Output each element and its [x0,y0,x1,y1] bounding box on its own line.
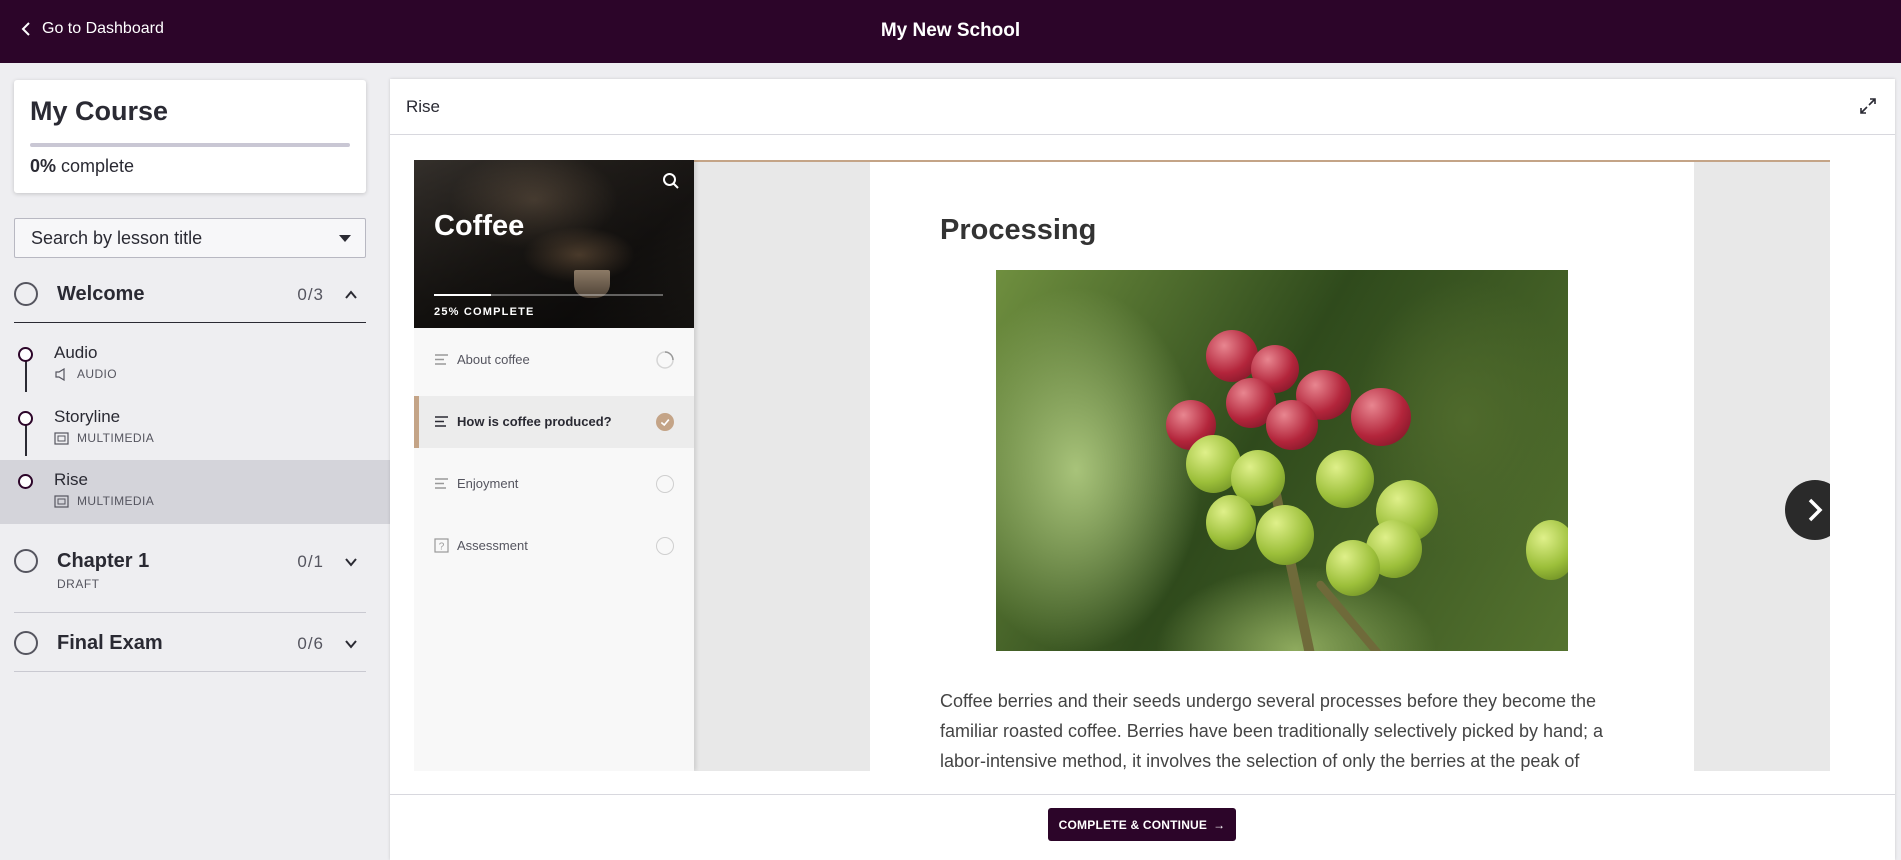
arrow-right-icon: → [1213,817,1226,832]
coffee-berries-photo [996,270,1568,651]
lines-icon [435,354,448,365]
course-progress-text: 0% complete [30,156,134,177]
rise-item-assessment[interactable]: ? Assessment [414,520,694,572]
expand-icon[interactable] [1859,97,1877,115]
rise-frame: Coffee 25% COMPLETE About coffee How is … [414,160,1830,771]
lesson-type: MULTIMEDIA [54,494,154,508]
rise-progress-bar [434,294,663,296]
section-count: 0/3 [297,285,324,304]
speaker-icon [55,367,65,381]
svg-text:?: ? [439,542,445,553]
footer-bar: COMPLETE & CONTINUE → [390,794,1895,860]
lesson-type-label: MULTIMEDIA [77,431,155,445]
lesson-title: Rise [54,470,89,489]
search-icon[interactable] [662,172,680,190]
progress-ring-icon [656,351,674,369]
rise-hero-image: Coffee 25% COMPLETE [414,160,694,328]
course-progress-suffix: complete [61,156,135,176]
caret-down-icon [339,235,351,242]
chevron-right-icon [1808,498,1823,522]
green-berry [1206,495,1256,550]
lesson-status-icon [18,411,33,426]
empty-circle-icon [656,537,674,555]
green-berry [1316,450,1374,508]
lesson-status-icon [18,347,33,362]
green-berry [1256,505,1314,565]
rise-progress-label: 25% COMPLETE [434,306,535,318]
section-title: Final Exam [57,632,163,654]
rise-sidebar: Coffee 25% COMPLETE About coffee How is … [414,160,694,771]
red-berry [1266,400,1318,450]
lesson-title: Storyline [54,407,121,426]
rise-item-enjoyment[interactable]: Enjoyment [414,458,694,510]
rise-item-label: Enjoyment [457,476,519,491]
lesson-item-storyline[interactable]: Storyline MULTIMEDIA [0,397,390,461]
section-divider [14,671,366,672]
lesson-type: MULTIMEDIA [54,431,154,445]
content-heading: Processing [940,214,1097,246]
lines-icon [435,478,448,489]
chevron-down-icon [345,640,357,649]
lesson-type-label: MULTIMEDIA [77,494,155,508]
lesson-item-audio[interactable]: Audio AUDIO [0,333,390,397]
chevron-down-icon [345,558,357,567]
section-subtitle: DRAFT [57,577,100,591]
section-final-exam[interactable]: Final Exam 0/6 [14,616,366,672]
lesson-type: AUDIO [54,367,117,381]
cta-label: COMPLETE & CONTINUE [1058,817,1208,832]
main-header: Rise [390,79,1895,135]
lesson-content: Processing Coffee berries and their seed… [870,162,1694,771]
lesson-search-label: Search by lesson title [31,228,203,248]
rise-item-about-coffee[interactable]: About coffee [414,334,694,386]
course-title: My Course [30,96,169,126]
chevron-up-icon [345,290,357,299]
multimedia-icon [54,431,69,445]
question-icon: ? [434,538,449,553]
multimedia-icon [54,494,69,508]
content-body-text: Coffee berries and their seeds undergo s… [940,691,1604,771]
red-berry [1206,330,1258,382]
section-title: Chapter 1 [57,550,150,572]
section-status-icon [14,282,38,306]
top-bar: Go to Dashboard My New School [0,0,1901,63]
lines-icon [435,416,448,427]
section-count: 0/1 [297,552,324,571]
main-panel: Rise Coffee 25% COMPLETE About coffee Ho… [390,79,1895,860]
rise-item-label: Assessment [457,538,528,553]
course-progress-bar [30,143,350,147]
rise-item-label: How is coffee produced? [457,414,612,429]
section-welcome[interactable]: Welcome 0/3 [14,266,366,322]
lesson-item-rise[interactable]: Rise MULTIMEDIA [0,460,390,524]
rise-course-title: Coffee [434,210,525,242]
rise-item-label: About coffee [457,352,530,367]
lesson-search-select[interactable]: Search by lesson title [14,218,366,258]
section-divider [14,322,366,323]
lesson-heading: Rise [406,97,441,116]
school-name: My New School [880,20,1021,41]
green-berry [1326,540,1380,596]
red-berry [1351,388,1411,446]
rise-item-how-is-coffee-produced[interactable]: How is coffee produced? [414,396,694,448]
empty-circle-icon [656,475,674,493]
lesson-title: Audio [54,343,98,362]
section-status-icon [14,631,38,655]
section-divider [14,612,366,613]
complete-continue-button[interactable]: COMPLETE & CONTINUE → [1048,808,1236,841]
course-progress-pct: 0% [30,156,57,176]
section-chapter-1[interactable]: Chapter 1 0/1 DRAFT [14,535,366,605]
rise-progress-fill [434,294,492,296]
green-berry [1526,520,1568,580]
check-circle-icon [656,413,674,431]
section-count: 0/6 [297,634,324,653]
section-status-icon [14,549,38,573]
lesson-status-icon [18,474,33,489]
section-title: Welcome [57,283,145,305]
course-card: My Course 0% complete [14,80,366,193]
lesson-type-label: AUDIO [77,367,118,381]
